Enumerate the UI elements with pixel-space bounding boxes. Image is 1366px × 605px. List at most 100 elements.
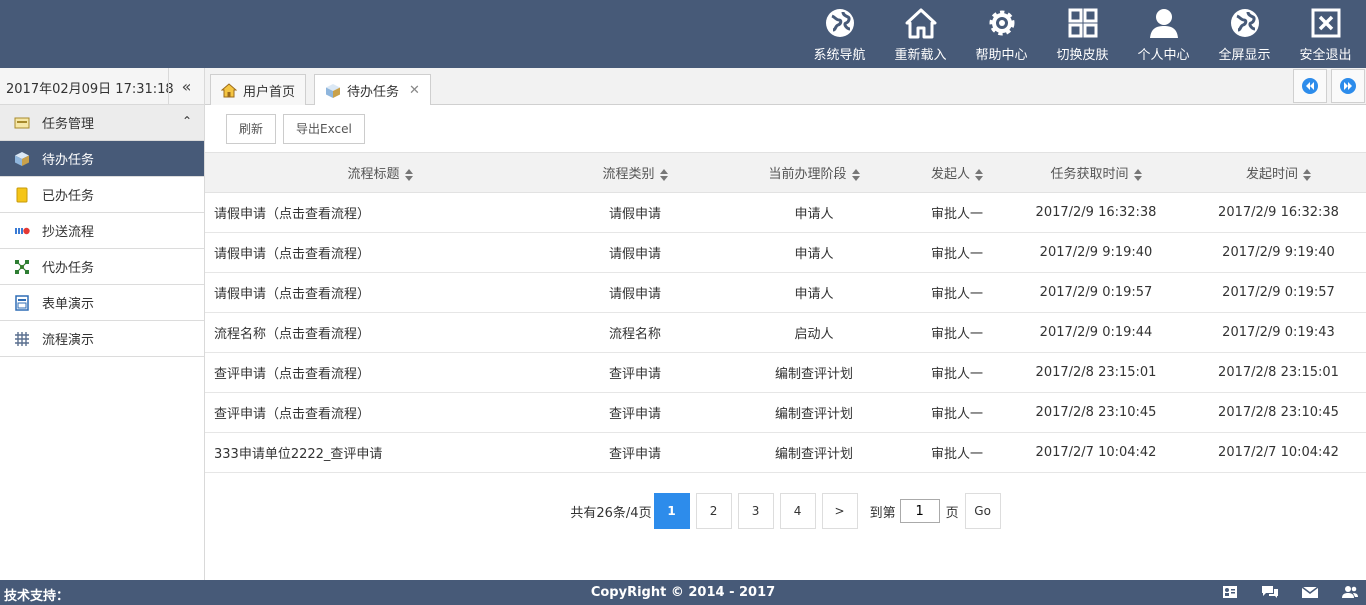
sidebar-item-label: 抄送流程: [42, 225, 95, 240]
nav-system-navigation[interactable]: 系统导航: [799, 0, 880, 68]
start-time: 2017/2/7 10:04:42: [1191, 432, 1366, 473]
toolbar: 刷新 导出Excel: [205, 105, 1366, 152]
export-excel-button[interactable]: 导出Excel: [283, 113, 365, 144]
table-row[interactable]: 请假申请（点击查看流程） 请假申请 申请人 审批人一 2017/2/9 9:19…: [205, 232, 1366, 273]
received-time: 2017/2/9 9:19:40: [1001, 232, 1191, 273]
pagination-total: 共有26条/4页: [570, 505, 652, 521]
sidebar-item-cc-process[interactable]: 抄送流程: [0, 213, 204, 249]
tab-scroll-left-button[interactable]: [1293, 69, 1327, 103]
process-title-link[interactable]: 请假申请（点击查看流程）: [205, 272, 555, 313]
nav-logout[interactable]: 安全退出: [1285, 0, 1366, 68]
process-category: 查评申请: [555, 392, 715, 433]
sort-icon[interactable]: [1303, 168, 1311, 181]
chevron-up-icon[interactable]: ⌃: [182, 114, 192, 128]
column-header-start-time[interactable]: 发起时间: [1191, 152, 1366, 193]
process-title-link[interactable]: 查评申请（点击查看流程）: [205, 392, 555, 433]
start-time: 2017/2/9 0:19:43: [1191, 312, 1366, 353]
column-header-received-time[interactable]: 任务获取时间: [1001, 152, 1191, 193]
flow-icon: [15, 331, 29, 346]
received-time: 2017/2/9 0:19:57: [1001, 272, 1191, 313]
sort-icon[interactable]: [975, 168, 983, 181]
nav-label: 重新载入: [894, 48, 947, 63]
sidebar-item-flow-demo[interactable]: 流程演示: [0, 321, 204, 357]
sidebar-item-label: 流程演示: [42, 333, 95, 348]
gear-icon: [989, 10, 1014, 36]
sidebar-item-label: 代办任务: [42, 261, 95, 276]
top-header: 系统导航 重新载入 帮助中心 切换皮肤 个人中心 全屏显示 安全退出: [0, 0, 1366, 68]
mail-icon[interactable]: [1300, 583, 1320, 601]
sidebar-item-agent-tasks[interactable]: 代办任务: [0, 249, 204, 285]
column-header-category[interactable]: 流程类别: [555, 152, 715, 193]
globe-icon: [825, 9, 854, 37]
sidebar-item-label: 待办任务: [42, 153, 95, 168]
start-time: 2017/2/9 16:32:38: [1191, 192, 1366, 233]
next-page-button[interactable]: >: [821, 493, 858, 529]
process-title-link[interactable]: 请假申请（点击查看流程）: [205, 192, 555, 233]
go-button[interactable]: Go: [964, 493, 1001, 529]
table-row[interactable]: 流程名称（点击查看流程） 流程名称 启动人 审批人一 2017/2/9 0:19…: [205, 312, 1366, 353]
sort-icon[interactable]: [851, 168, 860, 181]
close-icon[interactable]: ✕: [409, 83, 420, 98]
process-title-link[interactable]: 查评申请（点击查看流程）: [205, 352, 555, 393]
current-stage: 启动人: [715, 312, 913, 353]
nav-reload[interactable]: 重新载入: [880, 0, 961, 68]
network-icon: [15, 259, 29, 274]
sidebar-item-done-tasks[interactable]: 已办任务: [0, 177, 204, 213]
initiator: 审批人一: [913, 232, 1001, 273]
column-header-initiator[interactable]: 发起人: [913, 152, 1001, 193]
column-header-title[interactable]: 流程标题: [205, 152, 555, 193]
table-row[interactable]: 请假申请（点击查看流程） 请假申请 申请人 审批人一 2017/2/9 16:3…: [205, 192, 1366, 233]
current-datetime: 2017年02月09日 17:31:18: [6, 82, 174, 97]
sidebar-item-label: 表单演示: [42, 297, 95, 312]
column-header-stage[interactable]: 当前办理阶段: [715, 152, 913, 193]
sidebar-group-task-management[interactable]: 任务管理 ⌃: [0, 105, 204, 141]
grid-icon: [1068, 8, 1097, 38]
globe-icon: [1230, 9, 1259, 37]
table-row[interactable]: 333申请单位2222_查评申请 查评申请 编制查评计划 审批人一 2017/2…: [205, 432, 1366, 473]
process-title-link[interactable]: 请假申请（点击查看流程）: [205, 232, 555, 273]
process-title-link[interactable]: 333申请单位2222_查评申请: [205, 432, 555, 473]
sort-icon[interactable]: [1133, 168, 1142, 181]
table-row[interactable]: 查评申请（点击查看流程） 查评申请 编制查评计划 审批人一 2017/2/8 2…: [205, 392, 1366, 433]
nav-switch-skin[interactable]: 切换皮肤: [1042, 0, 1123, 68]
nav-help-center[interactable]: 帮助中心: [961, 0, 1042, 68]
users-icon[interactable]: [1340, 583, 1360, 601]
start-time: 2017/2/9 0:19:57: [1191, 272, 1366, 313]
sort-icon[interactable]: [659, 168, 668, 181]
sort-icon[interactable]: [404, 168, 413, 181]
table-row[interactable]: 查评申请（点击查看流程） 查评申请 编制查评计划 审批人一 2017/2/8 2…: [205, 352, 1366, 393]
table-header-row: 流程标题 流程类别 当前办理阶段 发起人 任务获取时间 发起时间: [205, 152, 1366, 193]
initiator: 审批人一: [913, 312, 1001, 353]
nav-personal-center[interactable]: 个人中心: [1123, 0, 1204, 68]
nav-fullscreen[interactable]: 全屏显示: [1204, 0, 1285, 68]
tab-todo-tasks[interactable]: 待办任务 ✕: [314, 74, 431, 106]
page-button-2[interactable]: 2: [695, 493, 732, 529]
received-time: 2017/2/9 16:32:38: [1001, 192, 1191, 233]
fast-forward-icon: [1340, 78, 1356, 94]
contact-card-icon[interactable]: [1220, 583, 1240, 601]
initiator: 审批人一: [913, 192, 1001, 233]
current-stage: 编制查评计划: [715, 352, 913, 393]
copyright: CopyRight © 2014 - 2017: [590, 585, 776, 600]
sidebar-item-todo-tasks[interactable]: 待办任务: [0, 141, 204, 177]
process-category: 查评申请: [555, 432, 715, 473]
goto-page-input[interactable]: [899, 499, 940, 523]
refresh-button[interactable]: 刷新: [226, 113, 277, 144]
tab-scroll-right-button[interactable]: [1331, 69, 1365, 103]
initiator: 审批人一: [913, 392, 1001, 433]
nav-label: 切换皮肤: [1056, 48, 1109, 63]
goto-prefix: 到第: [869, 505, 896, 521]
process-title-link[interactable]: 流程名称（点击查看流程）: [205, 312, 555, 353]
page-button-3[interactable]: 3: [737, 493, 774, 529]
collapse-sidebar-button[interactable]: «: [168, 68, 204, 104]
page-button-1[interactable]: 1: [653, 493, 690, 529]
sidebar-item-form-demo[interactable]: 表单演示: [0, 285, 204, 321]
cube-icon: [326, 83, 340, 98]
task-table: 流程标题 流程类别 当前办理阶段 发起人 任务获取时间 发起时间 请假申请（点击…: [205, 152, 1366, 473]
page-button-4[interactable]: 4: [779, 493, 816, 529]
initiator: 审批人一: [913, 432, 1001, 473]
table-row[interactable]: 请假申请（点击查看流程） 请假申请 申请人 审批人一 2017/2/9 0:19…: [205, 272, 1366, 313]
chat-icon[interactable]: [1260, 583, 1280, 601]
tab-user-home[interactable]: 用户首页: [210, 74, 307, 105]
start-time: 2017/2/8 23:10:45: [1191, 392, 1366, 433]
